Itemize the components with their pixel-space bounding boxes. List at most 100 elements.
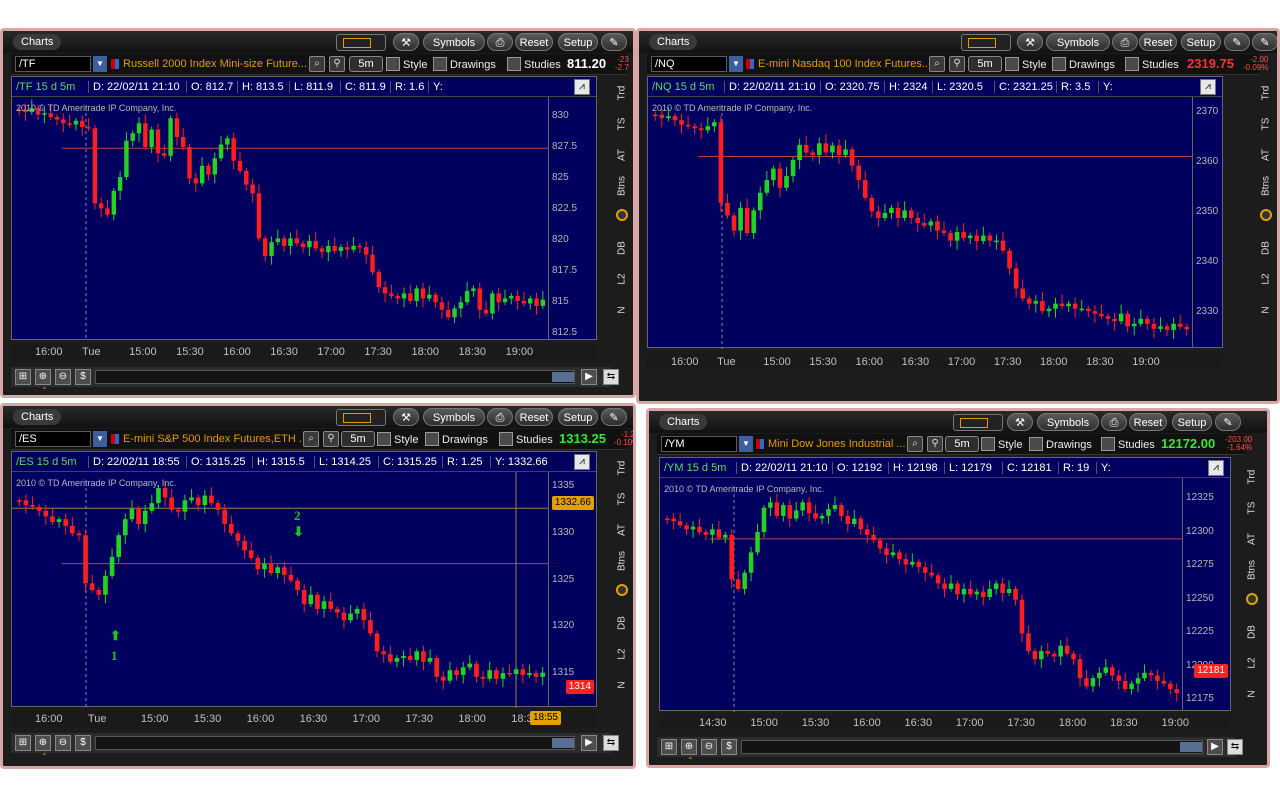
- sidebar-tab-trd[interactable]: Trd: [1255, 77, 1277, 108]
- sidebar-tab-l2[interactable]: L2: [611, 638, 633, 669]
- sidebar-tab-l2[interactable]: L2: [611, 263, 633, 294]
- scroll-thumb[interactable]: [552, 372, 574, 382]
- sidebar-tab-n[interactable]: N: [611, 294, 633, 325]
- chart-type-icon[interactable]: ⩘: [1200, 79, 1216, 95]
- print-icon[interactable]: ⎙: [1101, 413, 1127, 431]
- sidebar-tab-at[interactable]: AT: [611, 514, 633, 545]
- link-color-box[interactable]: [953, 414, 1003, 431]
- sidebar-tab-ts[interactable]: TS: [1255, 108, 1277, 139]
- zoom-icon[interactable]: ⚲: [323, 431, 339, 447]
- print-icon[interactable]: ⎙: [1112, 33, 1138, 51]
- scroll-right-icon[interactable]: ▶: [581, 735, 597, 751]
- scroll-right-icon[interactable]: ▶: [581, 369, 597, 385]
- sidebar-tab-trd[interactable]: Trd: [1241, 461, 1263, 492]
- style-menu[interactable]: Style: [377, 432, 418, 446]
- sidebar-tab-db[interactable]: DB: [1255, 232, 1277, 263]
- sidebar-tab-l2[interactable]: L2: [1241, 647, 1263, 678]
- sidebar-tab-c[interactable]: [611, 576, 633, 607]
- print-icon[interactable]: ⎙: [487, 408, 513, 426]
- setup-button[interactable]: Setup: [1181, 33, 1221, 51]
- sidebar-tab-c[interactable]: [1255, 201, 1277, 232]
- sidebar-tab-btns[interactable]: Btns: [611, 170, 633, 201]
- symbol-dropdown[interactable]: ▼: [93, 56, 107, 72]
- symbols-button[interactable]: Symbols: [1037, 413, 1099, 431]
- color-dot-icon[interactable]: [1260, 209, 1272, 221]
- setup-button[interactable]: Setup: [1172, 413, 1212, 431]
- scroll-thumb[interactable]: [1180, 742, 1202, 752]
- drawings-menu[interactable]: Drawings: [1052, 57, 1115, 71]
- zoom-icon[interactable]: ⚲: [949, 56, 965, 72]
- aggregation-select[interactable]: 5m: [341, 431, 375, 447]
- reset-button[interactable]: Reset: [515, 33, 553, 51]
- window-title[interactable]: Charts: [659, 414, 708, 430]
- symbols-button[interactable]: Symbols: [1046, 33, 1110, 51]
- studies-menu[interactable]: Studies: [507, 57, 561, 71]
- chart-panel[interactable]: /TF 15 d 5m D: 22/02/11 21:10 O: 812.7 H…: [11, 76, 597, 341]
- sidebar-tab-n[interactable]: N: [1241, 678, 1263, 709]
- grid-icon[interactable]: ⊞: [15, 369, 31, 385]
- expand-icon[interactable]: ⌃: [687, 757, 697, 765]
- candle-plot[interactable]: [12, 472, 550, 708]
- expand-icon[interactable]: ⌃: [41, 387, 51, 395]
- candle-plot[interactable]: [648, 97, 1194, 349]
- symbol-search-icon[interactable]: ⌕: [907, 436, 923, 452]
- grid-icon[interactable]: ⊞: [15, 735, 31, 751]
- pin-icon[interactable]: ✎: [601, 33, 627, 51]
- sidebar-tab-trd[interactable]: Trd: [611, 452, 633, 483]
- symbol-input[interactable]: /NQ: [651, 56, 727, 72]
- candle-plot[interactable]: [660, 478, 1184, 712]
- symbol-search-icon[interactable]: ⌕: [303, 431, 319, 447]
- color-dot-icon[interactable]: [1246, 593, 1258, 605]
- wrench-icon[interactable]: ⚒: [1017, 33, 1043, 51]
- pin-icon[interactable]: ✎: [601, 408, 627, 426]
- reset-button[interactable]: Reset: [1129, 413, 1167, 431]
- symbol-search-icon[interactable]: ⌕: [309, 56, 325, 72]
- drawings-menu[interactable]: Drawings: [1029, 437, 1092, 451]
- zoom-icon[interactable]: ⚲: [329, 56, 345, 72]
- drawings-menu[interactable]: Drawings: [425, 432, 488, 446]
- wrench-icon[interactable]: ⚒: [393, 33, 419, 51]
- sidebar-tab-ts[interactable]: TS: [1241, 492, 1263, 523]
- wrench-icon[interactable]: ⚒: [1007, 413, 1033, 431]
- scroll-right-icon[interactable]: ▶: [1207, 739, 1223, 755]
- zoom-icon[interactable]: ⚲: [927, 436, 943, 452]
- sidebar-tab-n[interactable]: N: [611, 669, 633, 700]
- sidebar-tab-at[interactable]: AT: [1241, 523, 1263, 554]
- sidebar-tab-at[interactable]: AT: [1255, 139, 1277, 170]
- expand-icon[interactable]: ⌃: [41, 753, 51, 761]
- dollar-icon[interactable]: $: [721, 739, 737, 755]
- zoom-in-icon[interactable]: ⊕: [35, 369, 51, 385]
- window-title[interactable]: Charts: [13, 409, 62, 425]
- color-dot-icon[interactable]: [616, 584, 628, 596]
- symbol-dropdown[interactable]: ▼: [93, 431, 107, 447]
- style-menu[interactable]: Style: [386, 57, 427, 71]
- grid-icon[interactable]: ⊞: [661, 739, 677, 755]
- sidebar-tab-l2[interactable]: L2: [1255, 263, 1277, 294]
- pin-icon[interactable]: ✎: [1224, 33, 1250, 51]
- chart-type-icon[interactable]: ⩘: [1208, 460, 1224, 476]
- studies-menu[interactable]: Studies: [1101, 437, 1155, 451]
- link-color-box[interactable]: [961, 34, 1011, 51]
- zoom-out-icon[interactable]: ⊖: [55, 735, 71, 751]
- symbols-button[interactable]: Symbols: [423, 408, 485, 426]
- reset-button[interactable]: Reset: [1139, 33, 1177, 51]
- aggregation-select[interactable]: 5m: [349, 56, 383, 72]
- chart-type-icon[interactable]: ⩘: [574, 454, 590, 470]
- color-dot-icon[interactable]: [616, 209, 628, 221]
- scrollbar[interactable]: [95, 736, 575, 750]
- style-menu[interactable]: Style: [1005, 57, 1046, 71]
- reset-button[interactable]: Reset: [515, 408, 553, 426]
- sidebar-tab-db[interactable]: DB: [611, 232, 633, 263]
- sidebar-tab-ts[interactable]: TS: [611, 483, 633, 514]
- sidebar-tab-n[interactable]: N: [1255, 294, 1277, 325]
- fit-icon[interactable]: ⇆: [1227, 739, 1243, 755]
- setup-button[interactable]: Setup: [558, 33, 598, 51]
- symbol-input[interactable]: /ES: [15, 431, 91, 447]
- link-color-box[interactable]: [336, 34, 386, 51]
- style-menu[interactable]: Style: [981, 437, 1022, 451]
- scrollbar[interactable]: [95, 370, 575, 384]
- symbol-dropdown[interactable]: ▼: [739, 436, 753, 452]
- scroll-thumb[interactable]: [552, 738, 574, 748]
- studies-menu[interactable]: Studies: [1125, 57, 1179, 71]
- setup-button[interactable]: Setup: [558, 408, 598, 426]
